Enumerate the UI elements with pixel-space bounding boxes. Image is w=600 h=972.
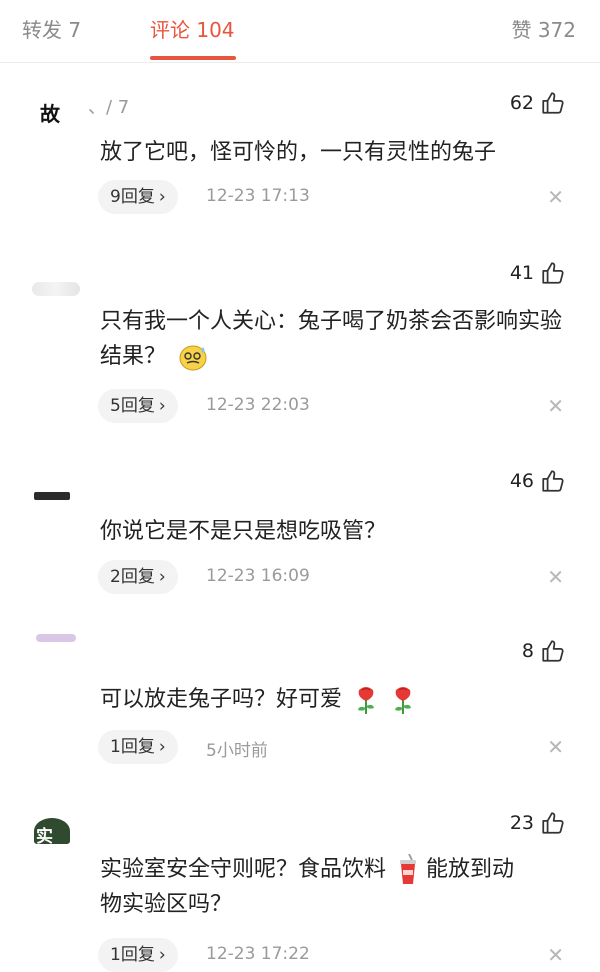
sweat-smile-emoji <box>179 345 207 371</box>
like-count: 46 <box>509 470 534 492</box>
avatar[interactable] <box>32 626 84 656</box>
close-icon[interactable]: ✕ <box>547 185 564 209</box>
comment-time: 5小时前 <box>206 741 268 761</box>
drink-cup-emoji <box>400 854 417 884</box>
comment-time: 12-23 16:09 <box>206 566 310 586</box>
reply-count-button[interactable]: 5回复 › <box>98 389 178 423</box>
avatar[interactable] <box>32 476 84 506</box>
comment-text: 放了它吧，怪可怜的，一只有灵性的兔子 <box>100 140 497 165</box>
avatar-image <box>34 492 70 500</box>
reply-count: 2回复 <box>110 567 155 587</box>
chevron-right-icon: › <box>158 187 166 207</box>
comment-text-content: 只有我一个人关心：兔子喝了奶茶会否影响实验结果？ <box>100 309 563 369</box>
tab-comments[interactable]: 评论 104 <box>150 14 235 43</box>
tab-repost[interactable]: 转发 7 <box>22 14 81 43</box>
rose-emoji <box>395 687 412 714</box>
chevron-right-icon: › <box>158 737 166 757</box>
avatar[interactable]: 故 <box>32 94 84 124</box>
comment-tabs: 转发 7 评论 104 赞 372 <box>0 0 600 63</box>
reply-count-button[interactable]: 9回复 › <box>98 180 178 214</box>
like-count: 8 <box>521 640 534 662</box>
tabs-divider <box>0 62 600 63</box>
thumb-up-icon <box>542 262 564 284</box>
thumb-up-icon <box>542 640 564 662</box>
reply-count: 5回复 <box>110 396 155 416</box>
comment-text-content: 可以放走兔子吗？好可爱 <box>100 687 343 712</box>
reply-count-button[interactable]: 1回复 › <box>98 938 178 972</box>
close-icon[interactable]: ✕ <box>547 943 564 967</box>
comment-time: 12-23 22:03 <box>206 395 310 415</box>
avatar[interactable]: 实 <box>32 816 84 846</box>
reply-count: 9回复 <box>110 187 155 207</box>
comment-text-line: 能放到动 <box>426 857 515 882</box>
comment-time: 12-23 17:13 <box>206 186 310 206</box>
comment-text: 你说它是不是只是想吃吸管？ <box>100 519 387 544</box>
comment-time: 12-23 17:22 <box>206 944 310 964</box>
close-icon[interactable]: ✕ <box>547 565 564 589</box>
comment-text: 可以放走兔子吗？好可爱 <box>100 682 580 717</box>
comment-text: 只有我一个人关心：兔子喝了奶茶会否影响实验结果？ <box>100 304 580 374</box>
comment-text-line: 物实验区吗？ <box>100 892 233 917</box>
like-count: 62 <box>509 92 534 114</box>
reply-count: 1回复 <box>110 945 155 965</box>
like-count: 23 <box>509 812 534 834</box>
comment-text-line: 实验室安全守则呢？食品饮料 <box>100 857 387 882</box>
avatar[interactable] <box>32 272 84 302</box>
thumb-up-icon <box>542 92 564 114</box>
chevron-right-icon: › <box>158 396 166 416</box>
tab-likes[interactable]: 赞 372 <box>511 14 576 43</box>
rose-emoji <box>358 687 375 714</box>
chevron-right-icon: › <box>158 567 166 587</box>
avatar-text: 实 <box>36 827 53 846</box>
close-icon[interactable]: ✕ <box>547 394 564 418</box>
active-tab-indicator <box>150 56 236 60</box>
avatar-image <box>32 282 80 296</box>
thumb-up-icon <box>542 812 564 834</box>
reply-count-button[interactable]: 2回复 › <box>98 560 178 594</box>
avatar-text: 故 <box>40 102 60 124</box>
comment-text: 实验室安全守则呢？食品饮料 能放到动 物实验区吗？ <box>100 852 580 922</box>
reply-count-button[interactable]: 1回复 › <box>98 730 178 764</box>
chevron-right-icon: › <box>158 945 166 965</box>
close-icon[interactable]: ✕ <box>547 735 564 759</box>
username[interactable]: 、/ 7 <box>88 93 129 119</box>
thumb-up-icon <box>542 470 564 492</box>
avatar-image <box>36 634 76 642</box>
like-count: 41 <box>509 262 534 284</box>
reply-count: 1回复 <box>110 737 155 757</box>
